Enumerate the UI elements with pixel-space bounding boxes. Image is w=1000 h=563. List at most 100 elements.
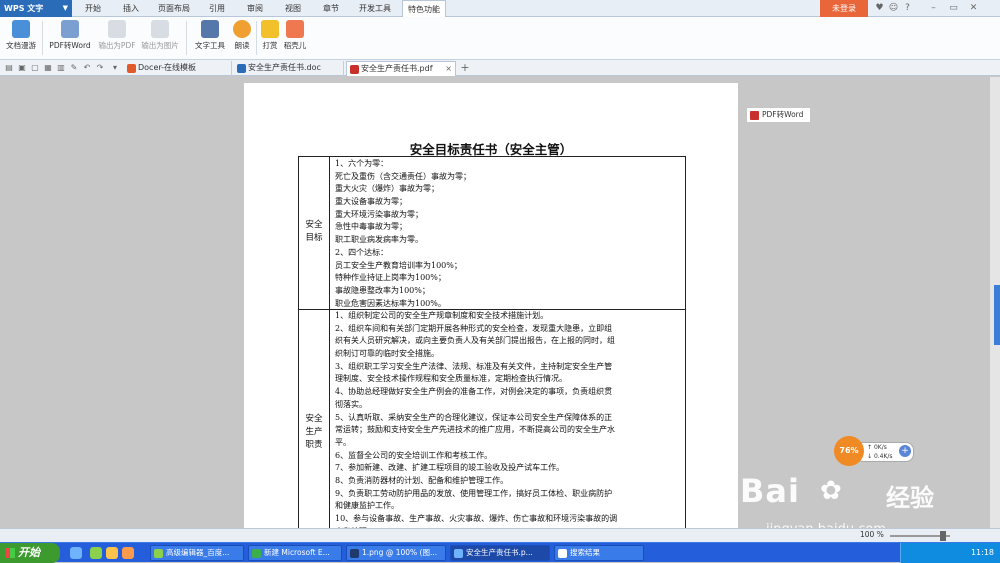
tab-developer[interactable]: 开发工具 xyxy=(354,0,396,17)
skin-icon[interactable]: ♥ xyxy=(874,3,885,14)
responsibility-table: 安全目标 1、六个为零： 死亡及重伤（含交通责任）事故为零； 重大火灾（爆炸）事故为… xyxy=(298,156,686,542)
browser-icon[interactable] xyxy=(90,547,102,559)
speed-percent-badge: 76% xyxy=(834,436,864,466)
text-tools-button[interactable]: 文字工具 xyxy=(190,20,230,58)
photoshop-icon xyxy=(350,549,359,558)
browser-icon xyxy=(154,549,163,558)
save-as-icon[interactable]: ▢ xyxy=(30,63,40,73)
system-tray: 11:18 xyxy=(900,543,1000,563)
desktop-icon[interactable] xyxy=(70,547,82,559)
task-excel[interactable]: 新建 Microsoft E... xyxy=(248,545,342,561)
app-menu-button[interactable]: WPS 文字 ▼ xyxy=(0,0,72,17)
doc-tab-doc[interactable]: 安全生产责任书.doc xyxy=(234,61,344,76)
pdf-to-word-button[interactable]: PDF转Word xyxy=(48,20,92,58)
duty-line: 常运转；鼓励和支持安全生产先进技术的推广应用，不断提高公司的安全生产水 xyxy=(335,425,615,435)
start-button[interactable]: 开始 xyxy=(0,543,60,563)
folder-icon[interactable] xyxy=(106,547,118,559)
text-tools-icon xyxy=(201,20,219,38)
excel-icon xyxy=(252,549,261,558)
duty-line: 织有关人员研究解决，或向主要负责人及有关部门提出报告，在上报的同时，组 xyxy=(335,336,615,346)
media-icon[interactable] xyxy=(122,547,134,559)
row-label-char: 职责 xyxy=(305,440,323,450)
duty-line: 1、组织制定公司的安全生产规章制度和安全技术措施计划。 xyxy=(335,311,549,320)
tab-special-features[interactable]: 特色功能 xyxy=(402,0,446,17)
new-tab-icon[interactable]: + xyxy=(460,62,470,73)
doc-tab-docer[interactable]: Docer-在线模板 xyxy=(124,61,232,76)
watermark-brand: Bai xyxy=(740,472,800,510)
goal-line: 重大火灾（爆炸）事故为零； xyxy=(335,184,439,194)
close-icon[interactable]: ✕ xyxy=(968,3,979,14)
close-tab-icon[interactable]: × xyxy=(445,62,452,76)
chevron-down-icon[interactable]: ▾ xyxy=(110,63,120,73)
duty-line: 彻落实。 xyxy=(335,399,367,409)
tab-view[interactable]: 视图 xyxy=(278,0,308,17)
task-editor[interactable]: 高级编辑器_百度... xyxy=(150,545,244,561)
minimize-icon[interactable]: – xyxy=(928,3,939,14)
goal-line: 员工安全生产教育培训率为100%； xyxy=(335,260,462,270)
tab-page-layout[interactable]: 页面布局 xyxy=(154,0,194,17)
goal-line: 事故隐患整改率为100%； xyxy=(335,285,430,295)
help-icon[interactable]: ? xyxy=(902,3,913,14)
pdf-to-word-float-button[interactable]: PDF转Word xyxy=(746,107,811,123)
image-export-icon xyxy=(151,20,169,38)
tab-review[interactable]: 审阅 xyxy=(240,0,270,17)
plus-icon[interactable]: + xyxy=(899,445,911,457)
pdf-convert-icon xyxy=(61,20,79,38)
save-icon[interactable]: ▣ xyxy=(17,63,27,73)
tab-chapter[interactable]: 章节 xyxy=(316,0,346,17)
pdf-doc-icon xyxy=(350,65,359,74)
read-aloud-button[interactable]: 朗读 xyxy=(232,20,252,58)
login-button[interactable]: 未登录 xyxy=(820,0,868,17)
goal-line: 急性中毒事故为零； xyxy=(335,222,407,232)
tab-reference[interactable]: 引用 xyxy=(202,0,232,17)
docer-button[interactable]: 稻壳儿 xyxy=(282,20,308,58)
doc-roaming-button[interactable]: 文档漫游 xyxy=(4,20,38,58)
tip-button[interactable]: 打赏 xyxy=(260,20,280,58)
duty-line: 平。 xyxy=(335,437,351,447)
safety-goal-cell: 1、六个为零： 死亡及重伤（含交通责任）事故为零； 重大火灾（爆炸）事故为零； 重大设… xyxy=(335,158,683,310)
pdf-export-icon xyxy=(108,20,126,38)
format-painter-icon[interactable]: ✎ xyxy=(69,63,79,73)
goal-line: 重大环境污染事故为零； xyxy=(335,209,423,219)
paw-icon: ✿ xyxy=(820,476,842,506)
tab-insert[interactable]: 插入 xyxy=(116,0,146,17)
undo-icon[interactable]: ↶ xyxy=(82,63,92,73)
task-wps[interactable]: 安全生产责任书.p... xyxy=(450,545,550,561)
open-folder-icon[interactable]: ▤ xyxy=(4,63,14,73)
search-results-icon xyxy=(558,549,567,558)
network-speed-widget[interactable]: ↑ 0K/s ↓ 0.4K/s 76% + xyxy=(834,436,914,466)
microphone-icon xyxy=(233,20,251,38)
zoom-slider-handle[interactable] xyxy=(940,531,946,541)
restore-icon[interactable]: ▭ xyxy=(948,3,959,14)
redo-icon[interactable]: ↷ xyxy=(95,63,105,73)
goal-line: 重大设备事故为零； xyxy=(335,197,407,207)
task-photoshop[interactable]: 1.png @ 100% (图... xyxy=(346,545,446,561)
duty-line: 5、认真听取、采纳安全生产的合理化建议，保证本公司安全生产保障体系的正 xyxy=(335,412,613,422)
duty-line: 理制度、安全技术操作规程和安全质量标准，定期检查执行情况。 xyxy=(335,374,567,384)
row-label-char: 目标 xyxy=(305,233,323,243)
duty-line: 和健康监护工作。 xyxy=(335,501,399,511)
divider xyxy=(42,21,43,55)
duty-line: 8、负责消防器材的计划、配备和维护管理工作。 xyxy=(335,475,509,485)
print-preview-icon[interactable]: ▦ xyxy=(43,63,53,73)
scrollbar-thumb[interactable] xyxy=(994,285,1000,345)
export-image-button[interactable]: 输出为图片 xyxy=(140,20,180,58)
tab-start[interactable]: 开始 xyxy=(78,0,108,17)
row-label-safety-goal: 安全 目标 xyxy=(299,219,329,245)
document-page[interactable]: 安全目标责任书（安全主管） 安全 目标 1、六个为零： 死亡及重伤（含交通责任）事故… xyxy=(244,83,738,542)
word-doc-icon xyxy=(237,64,246,73)
goal-line: 2、四个达标： xyxy=(335,247,389,257)
row-label-char: 安全 xyxy=(305,220,323,230)
duty-line: 织制订可靠的临时安全措施。 xyxy=(335,349,439,359)
safety-duty-cell: 1、组织制定公司的安全生产规章制度和安全技术措施计划。 2、组织车间和有关部门定期… xyxy=(335,310,683,538)
feedback-icon[interactable]: ☺ xyxy=(888,3,899,14)
duty-line: 10、参与设备事故、生产事故、火灾事故、爆炸、伤亡事故和环境污染事故的调 xyxy=(335,514,618,523)
export-pdf-button[interactable]: 输出为PDF xyxy=(98,20,136,58)
title-bar: WPS 文字 ▼ 开始 插入 页面布局 引用 审阅 视图 章节 开发工具 特色功能… xyxy=(0,0,1000,17)
task-search[interactable]: 搜索结果 xyxy=(554,545,644,561)
table-divider xyxy=(329,157,330,542)
doc-tab-pdf[interactable]: 安全生产责任书.pdf × xyxy=(346,61,456,76)
print-icon[interactable]: ▥ xyxy=(56,63,66,73)
clock: 11:18 xyxy=(970,548,994,557)
duty-line: 7、参加新建、改建、扩建工程项目的竣工验收及投产试车工作。 xyxy=(335,463,565,473)
